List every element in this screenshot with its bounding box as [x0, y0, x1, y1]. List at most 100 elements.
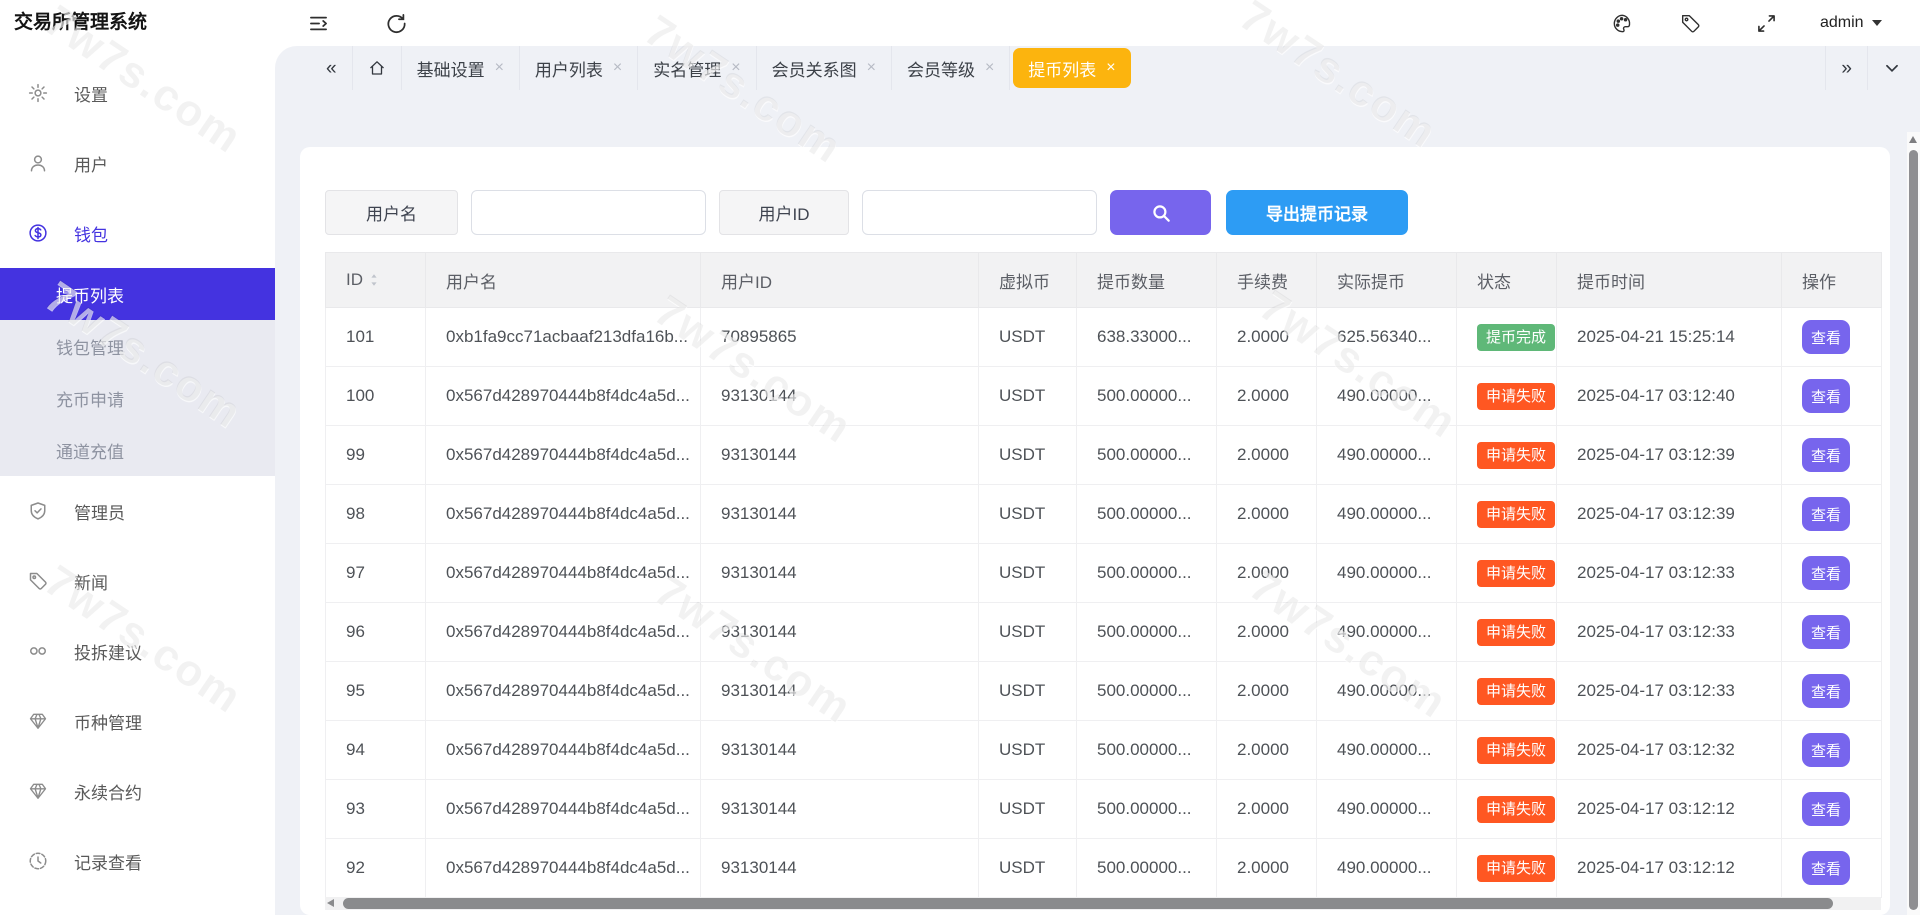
- sidebar-item-users[interactable]: 用户: [0, 128, 275, 198]
- close-icon[interactable]: ×: [495, 60, 504, 76]
- cell-actual: 490.00000...: [1317, 485, 1457, 544]
- cell-actual: 625.56340...: [1317, 308, 1457, 367]
- tab-withdraw-list[interactable]: 提币列表×: [1013, 48, 1130, 88]
- sidebar-item-wallet[interactable]: 钱包: [0, 198, 275, 268]
- sidebar-subitem-wallet-manage[interactable]: 钱包管理: [0, 320, 275, 372]
- status-badge: 申请失败: [1477, 560, 1555, 587]
- cell-status: 申请失败: [1457, 662, 1557, 721]
- double-chevron-left-icon: «: [326, 59, 337, 78]
- status-badge: 申请失败: [1477, 619, 1555, 646]
- cell-username: 0x567d428970444b8f4dc4a5d...: [426, 367, 701, 426]
- fullscreen-icon[interactable]: [1756, 13, 1777, 34]
- column-header-coin: 虚拟币: [979, 253, 1077, 308]
- cell-id: 98: [326, 485, 426, 544]
- sidebar-item-perpetual-contract[interactable]: 永续合约: [0, 756, 275, 826]
- column-header-action: 操作: [1782, 253, 1882, 308]
- sort-icon[interactable]: [367, 272, 381, 288]
- cell-coin: USDT: [979, 308, 1077, 367]
- cell-username: 0x567d428970444b8f4dc4a5d...: [426, 839, 701, 898]
- sidebar-item-admins[interactable]: 管理员: [0, 476, 275, 546]
- column-header-actual: 实际提币: [1317, 253, 1457, 308]
- cell-user_id: 93130144: [701, 780, 979, 839]
- view-button[interactable]: 查看: [1802, 615, 1850, 649]
- tag-icon[interactable]: [1680, 13, 1701, 34]
- table-header-row: ID用户名用户ID虚拟币提币数量手续费实际提币状态提币时间操作: [326, 253, 1882, 308]
- horizontal-scrollbar: [325, 897, 1881, 910]
- cell-actual: 490.00000...: [1317, 603, 1457, 662]
- sidebar-subitem-withdraw-list[interactable]: 提币列表: [0, 268, 275, 320]
- vertical-scrollbar-thumb[interactable]: [1909, 150, 1918, 910]
- tabs-forward-button[interactable]: »: [1825, 46, 1867, 90]
- app-title: 交易所管理系统: [14, 0, 147, 46]
- sidebar-item-label: 用户: [74, 151, 108, 176]
- tab-basic-settings[interactable]: 基础设置×: [402, 46, 520, 90]
- close-icon[interactable]: ×: [613, 60, 622, 76]
- close-icon[interactable]: ×: [867, 60, 876, 76]
- cell-action: 查看: [1782, 662, 1882, 721]
- sidebar-item-feedback[interactable]: 投拆建议: [0, 616, 275, 686]
- topbar: 交易所管理系统 admin: [0, 0, 1920, 46]
- view-button[interactable]: 查看: [1802, 556, 1850, 590]
- cell-coin: USDT: [979, 721, 1077, 780]
- view-button[interactable]: 查看: [1802, 497, 1850, 531]
- sidebar-item-label: 永续合约: [74, 779, 142, 804]
- menu-fold-icon[interactable]: [308, 13, 329, 34]
- sidebar-item-label: 钱包: [74, 221, 108, 246]
- close-icon[interactable]: ×: [1106, 60, 1115, 76]
- view-button[interactable]: 查看: [1802, 320, 1850, 354]
- tab-realname-manage[interactable]: 实名管理 ×: [638, 46, 756, 90]
- sidebar-item-label: 币种管理: [74, 709, 142, 734]
- scroll-up-arrow-icon[interactable]: [1909, 136, 1917, 143]
- cell-coin: USDT: [979, 603, 1077, 662]
- cell-user_id: 93130144: [701, 367, 979, 426]
- sidebar-item-label: 投拆建议: [74, 639, 142, 664]
- tab-list: 基础设置×用户列表×实名管理×会员关系图×会员等级×提币列表×: [402, 46, 1134, 90]
- tab-member-level[interactable]: 会员等级×: [892, 46, 1010, 90]
- home-tab[interactable]: [353, 46, 402, 90]
- tabs-menu-button[interactable]: [1867, 46, 1916, 90]
- sidebar-subitem-deposit-request[interactable]: 充币申请: [0, 372, 275, 424]
- user-menu[interactable]: admin: [1820, 0, 1882, 46]
- view-button[interactable]: 查看: [1802, 438, 1850, 472]
- cell-fee: 2.0000: [1217, 544, 1317, 603]
- username-input[interactable]: [471, 190, 706, 235]
- export-withdraw-button[interactable]: 导出提币记录: [1226, 190, 1408, 235]
- gem-icon: [28, 711, 48, 731]
- view-button[interactable]: 查看: [1802, 792, 1850, 826]
- cell-action: 查看: [1782, 426, 1882, 485]
- close-icon[interactable]: ×: [731, 60, 740, 76]
- sidebar-item-record-view[interactable]: 记录查看: [0, 826, 275, 896]
- view-button[interactable]: 查看: [1802, 733, 1850, 767]
- cell-user_id: 70895865: [701, 308, 979, 367]
- horizontal-scrollbar-thumb[interactable]: [343, 898, 1833, 909]
- status-badge: 申请失败: [1477, 383, 1555, 410]
- column-header-id[interactable]: ID: [326, 253, 426, 308]
- sidebar-item-coin-manage[interactable]: 币种管理: [0, 686, 275, 756]
- tab-member-relation[interactable]: 会员关系图×: [757, 46, 892, 90]
- cell-id: 95: [326, 662, 426, 721]
- sidebar-item-settings[interactable]: 设置: [0, 58, 275, 128]
- view-button[interactable]: 查看: [1802, 851, 1850, 885]
- cell-id: 101: [326, 308, 426, 367]
- search-button[interactable]: [1110, 190, 1211, 235]
- tabs-back-button[interactable]: «: [311, 46, 353, 90]
- cell-status: 申请失败: [1457, 721, 1557, 780]
- sidebar: 设置用户钱包提币列表钱包管理充币申请通道充值管理员新闻投拆建议币种管理永续合约记…: [0, 46, 275, 915]
- view-button[interactable]: 查看: [1802, 379, 1850, 413]
- cell-status: 申请失败: [1457, 839, 1557, 898]
- tab-label: 实名管理: [653, 56, 721, 81]
- refresh-icon[interactable]: [386, 13, 407, 34]
- close-icon[interactable]: ×: [985, 60, 994, 76]
- userid-input[interactable]: [862, 190, 1097, 235]
- column-label: 提币数量: [1097, 268, 1165, 293]
- cell-id: 92: [326, 839, 426, 898]
- sidebar-subitem-channel-recharge[interactable]: 通道充值: [0, 424, 275, 476]
- palette-icon[interactable]: [1612, 13, 1633, 34]
- sidebar-item-news[interactable]: 新闻: [0, 546, 275, 616]
- scroll-left-arrow-icon[interactable]: [327, 899, 334, 907]
- tab-user-list[interactable]: 用户列表×: [520, 46, 638, 90]
- withdraw-table: ID用户名用户ID虚拟币提币数量手续费实际提币状态提币时间操作 1010xb1f…: [325, 252, 1882, 898]
- column-header-status: 状态: [1457, 253, 1557, 308]
- view-button[interactable]: 查看: [1802, 674, 1850, 708]
- cell-fee: 2.0000: [1217, 426, 1317, 485]
